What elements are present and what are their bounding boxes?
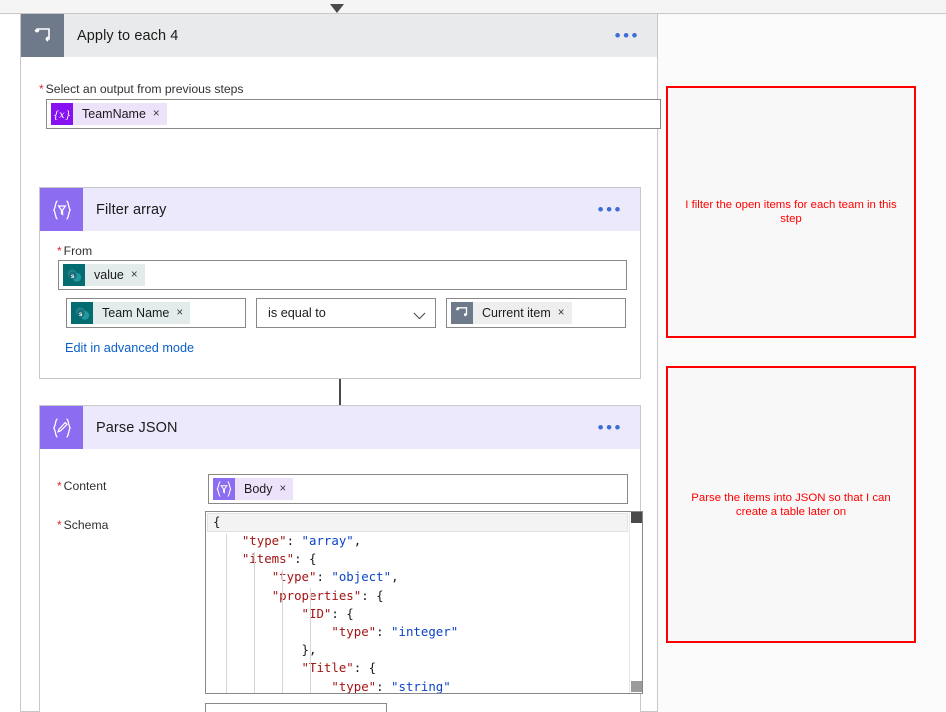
from-label: * From — [57, 244, 92, 258]
token-teamname-label: TeamName — [73, 103, 153, 125]
schema-label-text: Schema — [63, 518, 109, 532]
filter-braces-icon — [213, 478, 235, 500]
token-value-remove[interactable]: × — [130, 264, 145, 286]
svg-text:s: s — [78, 311, 82, 318]
parse-json-card: Parse JSON ••• * Content Body × * Schema… — [39, 405, 643, 712]
schema-line: "items": { — [241, 551, 317, 567]
indent-guide — [226, 534, 227, 693]
filter-array-title: Filter array — [96, 201, 167, 218]
current-item-icon — [451, 302, 473, 324]
required-marker: * — [57, 244, 62, 258]
schema-line: "type": "object", — [271, 569, 399, 585]
indent-guide — [310, 588, 311, 693]
select-output-field[interactable]: {x} TeamName × — [46, 99, 661, 129]
variable-braces-x-icon: {x} — [51, 103, 73, 125]
apply-to-each-loop-icon — [21, 14, 64, 57]
token-body-label: Body — [235, 478, 280, 500]
token-team-name-label: Team Name — [93, 302, 177, 324]
required-marker: * — [39, 82, 44, 96]
scroll-thumb[interactable] — [631, 512, 642, 523]
schema-first-line-highlight — [207, 513, 628, 532]
condition-operator-value: is equal to — [268, 306, 326, 320]
schema-editor[interactable]: { "type": "array", "items": { "type": "o… — [205, 511, 643, 694]
token-current-item-remove[interactable]: × — [557, 302, 572, 324]
schema-line: "type": "array", — [241, 533, 362, 548]
schema-line: }, — [301, 642, 317, 658]
annotation-filter-note: I filter the open items for each team in… — [666, 86, 916, 338]
schema-scrollbar[interactable] — [629, 512, 642, 693]
indent-guide — [254, 552, 255, 693]
filter-array-menu-button[interactable]: ••• — [598, 201, 640, 218]
token-current-item[interactable]: Current item × — [451, 302, 572, 324]
parse-json-pencil-braces-icon — [40, 406, 83, 449]
token-current-item-label: Current item — [473, 302, 558, 324]
required-marker: * — [57, 518, 62, 532]
chevron-down-icon — [413, 309, 426, 320]
schema-line: "ID": { — [301, 605, 354, 621]
schema-line: "properties": { — [271, 587, 384, 603]
filter-array-card: Filter array ••• * From s value × s Team… — [39, 187, 641, 379]
generate-from-sample-button[interactable]: Generate from sample — [205, 703, 387, 712]
condition-left-field[interactable]: s Team Name × — [66, 298, 246, 328]
filter-array-header[interactable]: Filter array ••• — [40, 188, 640, 231]
top-strip — [0, 0, 946, 14]
token-value-label: value — [85, 264, 131, 286]
content-label-text: Content — [63, 479, 107, 493]
parse-json-menu-button[interactable]: ••• — [598, 419, 640, 436]
token-value[interactable]: s value × — [63, 264, 145, 286]
schema-line: "type": "integer" — [331, 624, 459, 640]
condition-operator-dropdown[interactable]: is equal to — [256, 298, 436, 328]
annotation-parse-note: Parse the items into JSON so that I can … — [666, 366, 916, 643]
svg-text:s: s — [70, 273, 74, 280]
filter-braces-icon — [40, 188, 83, 231]
required-marker: * — [57, 479, 62, 493]
condition-right-field[interactable]: Current item × — [446, 298, 626, 328]
indent-guide — [282, 570, 283, 693]
select-output-label: * Select an output from previous steps — [39, 82, 244, 96]
select-output-label-text: Select an output from previous steps — [45, 82, 244, 96]
token-team-name[interactable]: s Team Name × — [71, 302, 191, 324]
token-teamname-remove[interactable]: × — [152, 103, 167, 125]
svg-text:{x}: {x} — [54, 110, 70, 121]
apply-to-each-card: Apply to each 4 ••• * Select an output fr… — [20, 14, 661, 712]
token-team-name-remove[interactable]: × — [176, 302, 191, 324]
schema-line: "type": "string" — [331, 678, 451, 694]
from-label-text: From — [63, 244, 93, 258]
token-teamname[interactable]: {x} TeamName × — [51, 103, 167, 125]
sharepoint-icon: s — [63, 264, 85, 286]
content-label: * Content — [57, 479, 106, 493]
flow-designer-canvas: Apply to each 4 ••• * Select an output fr… — [0, 0, 946, 712]
apply-to-each-title: Apply to each 4 — [77, 27, 179, 44]
annotation-parse-note-text: Parse the items into JSON so that I can … — [691, 491, 891, 518]
apply-to-each-menu-button[interactable]: ••• — [615, 27, 657, 44]
parse-json-header[interactable]: Parse JSON ••• — [40, 406, 640, 449]
token-body-remove[interactable]: × — [279, 478, 294, 500]
annotation-filter-note-text: I filter the open items for each team in… — [685, 199, 897, 225]
sharepoint-icon: s — [71, 302, 93, 324]
schema-open-brace: { — [213, 514, 221, 529]
parse-json-title: Parse JSON — [96, 419, 178, 436]
schema-line: "Title": { — [301, 660, 377, 676]
token-body[interactable]: Body × — [213, 478, 294, 500]
chevron-down-icon[interactable] — [330, 4, 344, 13]
edit-advanced-mode-link[interactable]: Edit in advanced mode — [65, 341, 194, 355]
content-field[interactable]: Body × — [208, 474, 628, 504]
schema-code-text: "type": "array", "items": { "type": "obj… — [206, 512, 642, 694]
schema-label: * Schema — [57, 518, 108, 532]
apply-to-each-header[interactable]: Apply to each 4 ••• — [21, 14, 657, 57]
from-field[interactable]: s value × — [58, 260, 627, 290]
scroll-corner[interactable] — [631, 681, 642, 692]
